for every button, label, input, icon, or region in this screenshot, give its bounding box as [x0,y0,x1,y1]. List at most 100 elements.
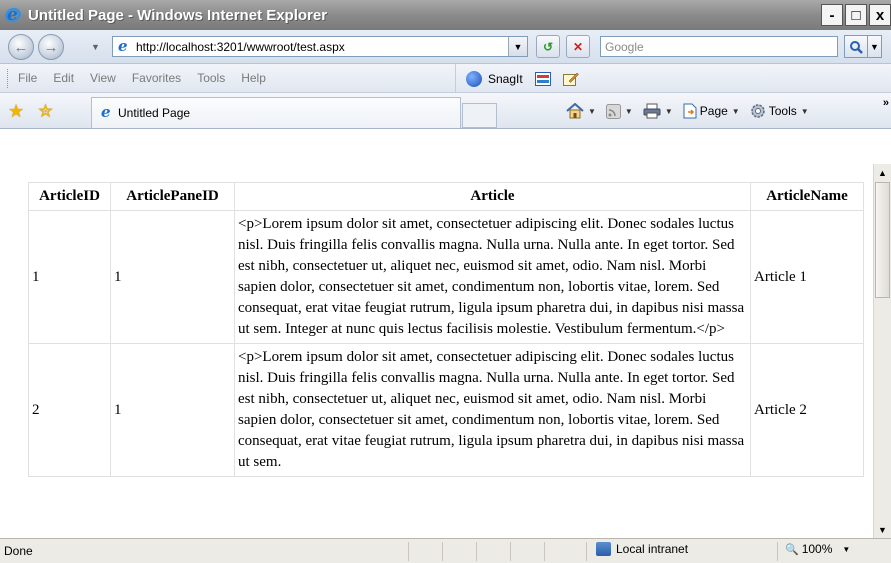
feeds-button[interactable]: ▼ [605,103,633,119]
refresh-button[interactable]: ↺ [536,35,560,58]
menu-help[interactable]: Help [241,71,266,85]
page-icon: e [101,103,111,121]
tools-menu-label: Tools [768,104,797,118]
search-field[interactable] [600,36,838,57]
address-toolbar: ← → ▼ e ▼ ↺ ✕ ▼ [0,30,891,64]
articles-table: ArticleID ArticlePaneID Article ArticleN… [28,182,864,477]
snagit-logo-icon[interactable] [466,70,482,87]
menu-edit[interactable]: Edit [53,71,74,85]
status-divider [408,542,409,561]
snagit-toolbar: SnagIt [455,64,579,93]
menu-view[interactable]: View [90,71,116,85]
table-row: 2 1 <p>Lorem ipsum dolor sit amet, conse… [28,343,864,477]
zoom-control[interactable]: 🔍 100% ▼ [785,542,850,556]
status-divider [442,542,443,561]
chevron-down-icon: ▼ [842,544,851,554]
more-commands-button[interactable]: » [883,97,889,109]
scroll-thumb[interactable] [875,182,890,298]
column-header-articleid: ArticleID [28,182,111,211]
status-divider [476,542,477,561]
chevron-down-icon: ▼ [588,106,596,116]
command-bar: ▼ ▼ ▼ Page ▼ Tools ▼ [566,93,819,129]
ie-logo-icon: e [2,5,24,25]
column-header-articlename: ArticleName [750,182,864,211]
column-header-articlepaneid: ArticlePaneID [110,182,235,211]
snagit-capture-icon[interactable] [534,71,551,86]
table-row: 1 1 <p>Lorem ipsum dolor sit amet, conse… [28,210,864,344]
forward-button[interactable]: → [38,34,64,60]
status-divider [777,542,778,561]
search-input[interactable] [605,39,837,54]
maximize-button[interactable]: □ [845,4,867,26]
chevron-down-icon: ▼ [731,106,740,116]
column-header-article: Article [234,182,751,211]
cell-article: <p>Lorem ipsum dolor sit amet, consectet… [234,210,751,344]
snagit-edit-icon[interactable] [562,72,579,86]
status-divider [510,542,511,561]
snagit-button[interactable]: SnagIt [488,72,523,86]
menu-tools[interactable]: Tools [197,71,225,85]
toolbar-grip[interactable] [7,68,10,88]
print-button[interactable]: ▼ [643,103,673,119]
tab-untitled-page[interactable]: e Untitled Page [91,97,461,128]
chevron-down-icon: ▼ [513,41,523,52]
page-menu-label: Page [699,104,728,118]
back-arrow-icon: ← [13,38,29,56]
refresh-icon: ↺ [542,39,554,54]
table-header-row: ArticleID ArticlePaneID Article ArticleN… [28,182,864,211]
status-text: Done [4,544,33,558]
printer-icon [643,103,661,119]
page-menu-button[interactable]: Page ▼ [683,103,740,119]
cell-articleid: 2 [28,343,111,477]
favorites-bar: ★ ✮ e Untitled Page ▼ ▼ ▼ Page ▼ Tools ▼… [0,93,891,129]
history-dropdown-icon[interactable]: ▼ [91,42,100,52]
favorites-center-icon[interactable]: ★ [8,101,24,122]
vertical-scrollbar[interactable]: ▲ ▼ [873,164,891,538]
status-divider [586,542,587,561]
menu-file[interactable]: File [18,71,37,85]
search-options-button[interactable]: ▼ [868,35,882,58]
gear-icon [750,104,765,118]
url-input[interactable] [136,39,527,54]
zone-label: Local intranet [616,542,689,556]
add-favorite-icon[interactable]: ✮ [38,101,53,122]
title-bar: e Untitled Page - Windows Internet Explo… [0,0,891,30]
menu-bar: File Edit View Favorites Tools Help Snag… [0,64,891,93]
minimize-button[interactable]: - [821,4,843,26]
status-divider [544,542,545,561]
zoom-icon: 🔍 [785,543,799,556]
stop-button[interactable]: ✕ [566,35,590,58]
forward-arrow-icon: → [43,38,59,56]
search-button[interactable] [844,35,868,58]
chevron-down-icon: ▼ [878,524,887,535]
search-icon [850,40,863,54]
address-dropdown-button[interactable]: ▼ [508,37,527,56]
menu-favorites[interactable]: Favorites [132,71,181,85]
chevron-down-icon: ▼ [870,41,879,52]
intranet-icon [596,542,611,556]
page-icon [683,103,697,119]
chevron-down-icon: ▼ [800,106,809,116]
stop-icon: ✕ [572,39,584,54]
scroll-up-button[interactable]: ▲ [874,164,891,181]
window-title: Untitled Page - Windows Internet Explore… [28,6,328,24]
status-bar: Done Local intranet 🔍 100% ▼ [0,538,891,563]
cell-article: <p>Lorem ipsum dolor sit amet, consectet… [234,343,751,477]
home-button[interactable]: ▼ [566,103,596,119]
security-zone[interactable]: Local intranet [596,542,688,556]
address-field[interactable]: e [112,36,528,57]
cell-articlename: Article 2 [750,343,864,477]
chevron-up-icon: ▲ [878,167,887,178]
new-tab-button[interactable] [462,103,497,128]
scroll-down-button[interactable]: ▼ [874,521,891,538]
chevron-down-icon: ▼ [624,106,633,116]
cell-articleid: 1 [28,210,111,344]
back-button[interactable]: ← [8,34,34,60]
tab-label: Untitled Page [118,106,191,120]
cell-articlepaneid: 1 [110,210,235,344]
chevron-down-icon: ▼ [664,106,673,116]
close-button[interactable]: x [869,4,891,26]
home-icon [566,103,584,119]
rss-feed-icon [605,103,621,119]
tools-menu-button[interactable]: Tools ▼ [750,103,809,119]
